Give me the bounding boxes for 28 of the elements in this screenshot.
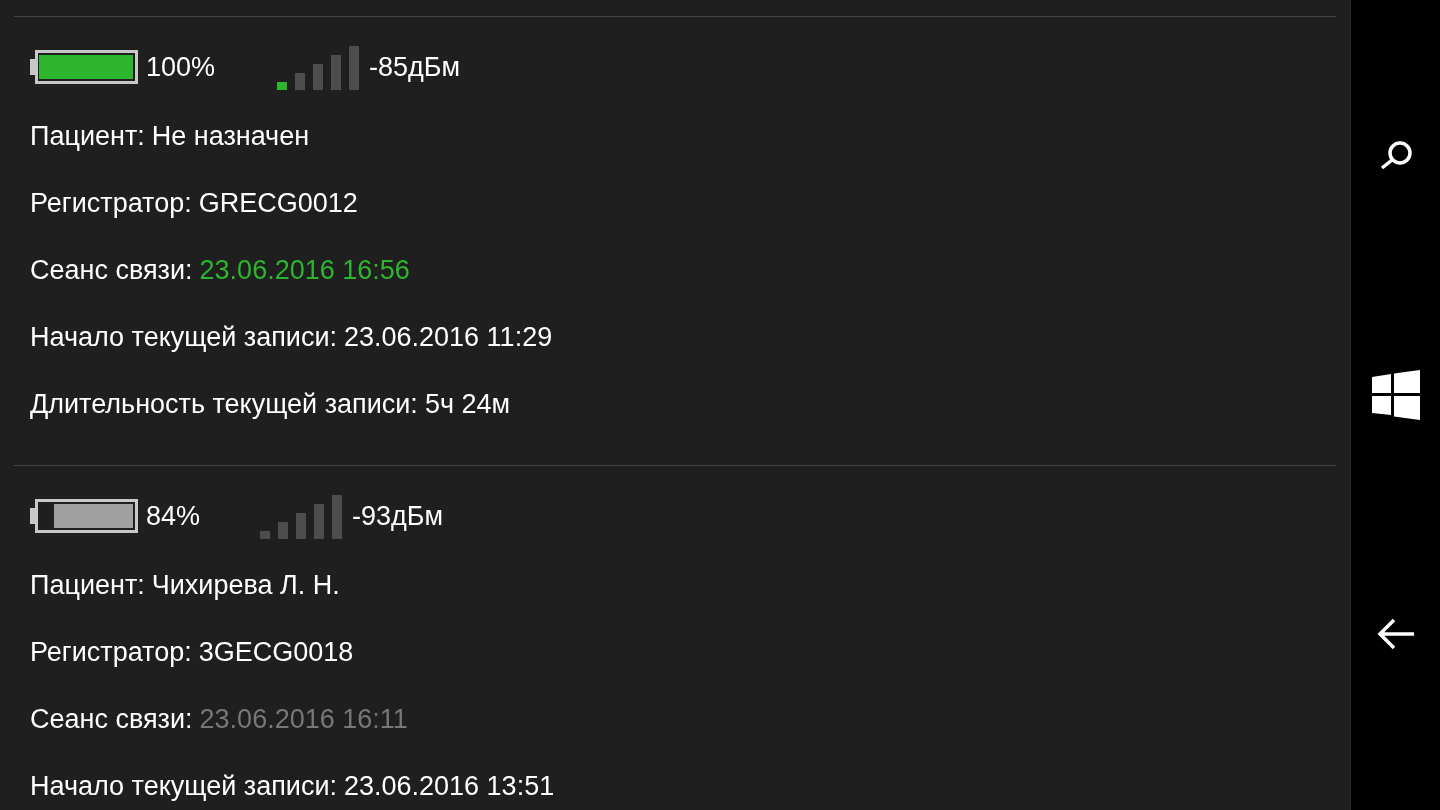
signal-reading: -93дБм xyxy=(352,500,444,532)
field-label: Сеанс связи: xyxy=(30,704,193,735)
field-value: 23.06.2016 16:11 xyxy=(199,704,408,735)
field-value: 23.06.2016 13:51 xyxy=(343,771,555,802)
battery-reading: 84% xyxy=(146,500,201,532)
field-label: Пациент: xyxy=(30,570,145,601)
field-label: Регистратор: xyxy=(30,637,192,668)
windows-logo-icon[interactable] xyxy=(1370,370,1421,420)
field-value: 3GECG0018 xyxy=(198,637,354,668)
field-label: Сеанс связи: xyxy=(30,255,193,286)
field-label: Начало текущей записи: xyxy=(30,771,337,802)
signal-icon xyxy=(277,44,362,90)
field-label: Пациент: xyxy=(30,121,145,152)
field-label: Длительность текущей записи: xyxy=(30,389,418,420)
battery-reading: 100% xyxy=(146,51,216,83)
battery-icon xyxy=(30,499,138,533)
field-value: 23.06.2016 16:56 xyxy=(199,255,410,286)
field-value: Не назначен xyxy=(151,121,310,152)
signal-reading: -85дБм xyxy=(369,51,461,83)
battery-icon xyxy=(30,50,138,84)
field-value: 5ч 24м xyxy=(424,389,511,420)
field-value: Чихирева Л. Н. xyxy=(151,570,340,601)
signal-icon xyxy=(260,493,345,539)
field-value: 23.06.2016 11:29 xyxy=(343,322,553,353)
back-icon[interactable] xyxy=(1375,617,1416,652)
field-label: Регистратор: xyxy=(30,188,192,219)
field-value: GRECG0012 xyxy=(198,188,358,219)
field-label: Начало текущей записи: xyxy=(30,322,337,353)
